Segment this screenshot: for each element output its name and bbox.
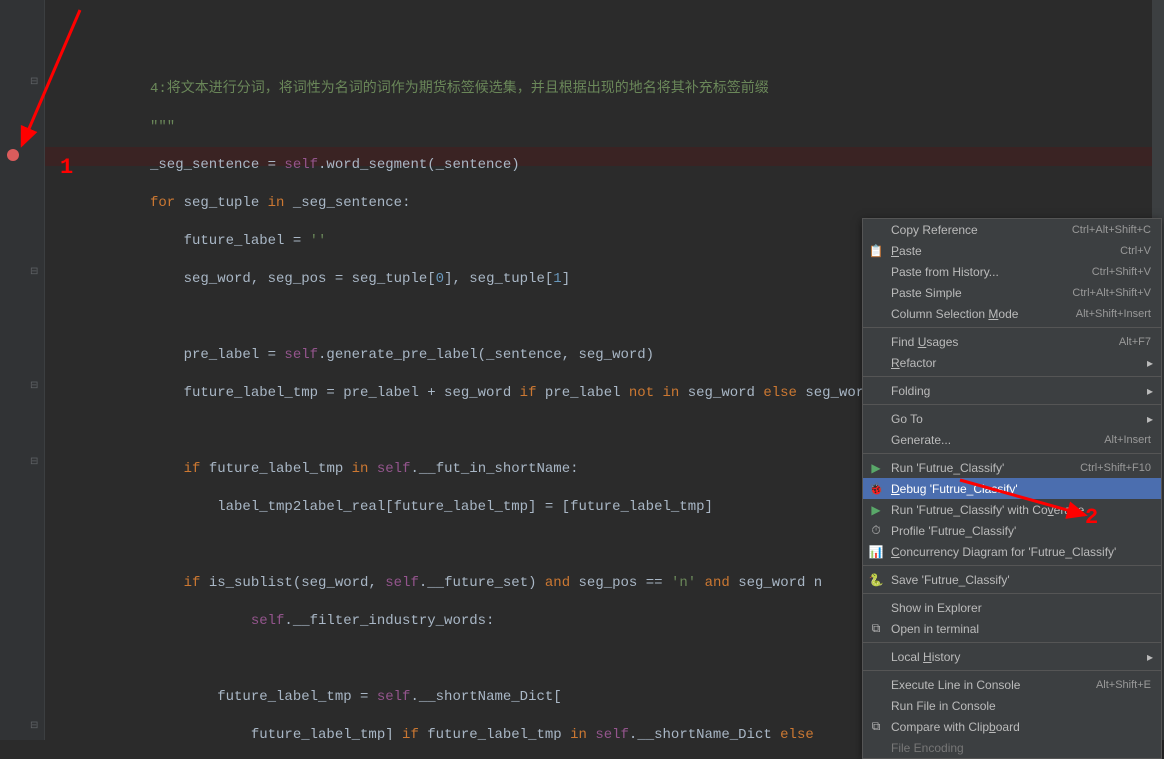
menu-local-history[interactable]: Local History▸ bbox=[863, 646, 1161, 667]
run-icon: ▶ bbox=[869, 461, 883, 475]
paste-icon: 📋 bbox=[869, 244, 883, 258]
menu-profile[interactable]: ⏱Profile 'Futrue_Classify' bbox=[863, 520, 1161, 541]
chevron-right-icon: ▸ bbox=[1147, 356, 1153, 370]
context-menu: Copy ReferenceCtrl+Alt+Shift+C 📋PasteCtr… bbox=[862, 218, 1162, 759]
menu-run-coverage[interactable]: ▶Run 'Futrue_Classify' with Coverage bbox=[863, 499, 1161, 520]
fold-marker[interactable]: ⊟ bbox=[30, 720, 40, 730]
code-text: future_label_tmp] if future_label_tmp in… bbox=[150, 727, 814, 740]
code-text: 4:将文本进行分词，将词性为名词的词作为期货标签候选集，并且根据出现的地名将其补… bbox=[150, 81, 769, 97]
menu-refactor[interactable]: Refactor▸ bbox=[863, 352, 1161, 373]
annotation-number-2: 2 bbox=[1085, 505, 1098, 530]
code-text: """ bbox=[150, 119, 175, 135]
menu-concurrency[interactable]: 📊Concurrency Diagram for 'Futrue_Classif… bbox=[863, 541, 1161, 562]
breakpoint-marker[interactable] bbox=[7, 149, 19, 161]
menu-separator bbox=[863, 642, 1161, 643]
debug-icon: 🐞 bbox=[869, 482, 883, 496]
code-text: label_tmp2label_real[future_label_tmp] =… bbox=[150, 499, 713, 515]
gutter[interactable]: ⊟ ⊟ ⊟ ⊟ ⊟ bbox=[0, 0, 45, 740]
menu-paste-simple[interactable]: Paste SimpleCtrl+Alt+Shift+V bbox=[863, 282, 1161, 303]
code-text: future_label_tmp = self.__shortName_Dict… bbox=[150, 689, 562, 705]
menu-column-selection[interactable]: Column Selection ModeAlt+Shift+Insert bbox=[863, 303, 1161, 324]
menu-folding[interactable]: Folding▸ bbox=[863, 380, 1161, 401]
menu-compare-clipboard[interactable]: ⧉Compare with Clipboard bbox=[863, 716, 1161, 737]
code-text: for seg_tuple in _seg_sentence: bbox=[150, 195, 410, 211]
menu-paste-history[interactable]: Paste from History...Ctrl+Shift+V bbox=[863, 261, 1161, 282]
menu-find-usages[interactable]: Find UsagesAlt+F7 bbox=[863, 331, 1161, 352]
code-text: future_label_tmp = pre_label + seg_word … bbox=[150, 385, 873, 401]
menu-run[interactable]: ▶Run 'Futrue_Classify'Ctrl+Shift+F10 bbox=[863, 457, 1161, 478]
menu-separator bbox=[863, 453, 1161, 454]
menu-save[interactable]: 🐍Save 'Futrue_Classify' bbox=[863, 569, 1161, 590]
menu-separator bbox=[863, 565, 1161, 566]
code-text: if is_sublist(seg_word, self.__future_se… bbox=[150, 575, 822, 591]
fold-marker[interactable]: ⊟ bbox=[30, 266, 40, 276]
menu-separator bbox=[863, 327, 1161, 328]
terminal-icon: ⧉ bbox=[869, 622, 883, 636]
menu-execute-line[interactable]: Execute Line in ConsoleAlt+Shift+E bbox=[863, 674, 1161, 695]
menu-copy-reference[interactable]: Copy ReferenceCtrl+Alt+Shift+C bbox=[863, 219, 1161, 240]
menu-show-explorer[interactable]: Show in Explorer bbox=[863, 597, 1161, 618]
menu-paste[interactable]: 📋PasteCtrl+V bbox=[863, 240, 1161, 261]
menu-run-file[interactable]: Run File in Console bbox=[863, 695, 1161, 716]
annotation-number-1: 1 bbox=[60, 155, 73, 180]
fold-marker[interactable]: ⊟ bbox=[30, 456, 40, 466]
profile-icon: ⏱ bbox=[869, 524, 883, 538]
menu-debug[interactable]: 🐞Debug 'Futrue_Classify' bbox=[863, 478, 1161, 499]
menu-separator bbox=[863, 404, 1161, 405]
code-text: self.__filter_industry_words: bbox=[150, 613, 494, 629]
compare-icon: ⧉ bbox=[869, 720, 883, 734]
code-text: if future_label_tmp in self.__fut_in_sho… bbox=[150, 461, 579, 477]
chevron-right-icon: ▸ bbox=[1147, 384, 1153, 398]
code-text: future_label = '' bbox=[150, 233, 326, 249]
chevron-right-icon: ▸ bbox=[1147, 412, 1153, 426]
concurrency-icon: 📊 bbox=[869, 545, 883, 559]
chevron-right-icon: ▸ bbox=[1147, 650, 1153, 664]
code-text: seg_word, seg_pos = seg_tuple[0], seg_tu… bbox=[150, 271, 570, 287]
python-icon: 🐍 bbox=[869, 573, 883, 587]
menu-goto[interactable]: Go To▸ bbox=[863, 408, 1161, 429]
coverage-icon: ▶ bbox=[869, 503, 883, 517]
menu-generate[interactable]: Generate...Alt+Insert bbox=[863, 429, 1161, 450]
menu-open-terminal[interactable]: ⧉Open in terminal bbox=[863, 618, 1161, 639]
menu-file-encoding: File Encoding bbox=[863, 737, 1161, 758]
fold-marker[interactable]: ⊟ bbox=[30, 380, 40, 390]
code-text: _seg_sentence = self.word_segment(_sente… bbox=[150, 157, 520, 173]
menu-separator bbox=[863, 376, 1161, 377]
code-text: pre_label = self.generate_pre_label(_sen… bbox=[150, 347, 654, 363]
menu-separator bbox=[863, 593, 1161, 594]
fold-marker[interactable]: ⊟ bbox=[30, 76, 40, 86]
menu-separator bbox=[863, 670, 1161, 671]
